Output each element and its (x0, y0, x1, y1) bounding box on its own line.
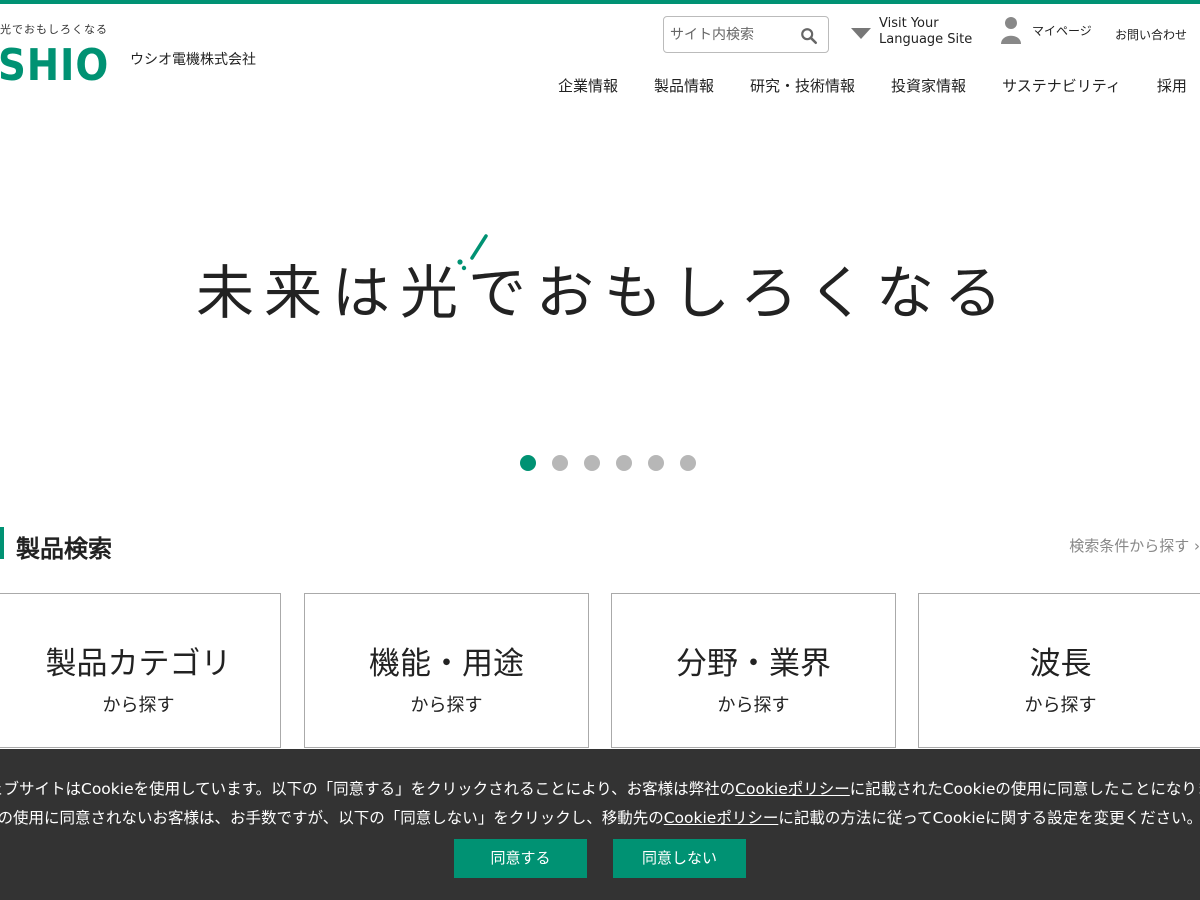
carousel-dots (520, 455, 712, 471)
search-icon[interactable] (800, 27, 818, 45)
cookie-text: に記載されたCookieの使用に同意したことになりま (849, 780, 1200, 798)
search-input[interactable] (670, 24, 794, 46)
site-search (663, 16, 829, 53)
nav-company[interactable]: 企業情報 (558, 75, 618, 96)
card-subtitle: から探す (410, 695, 483, 716)
language-site-label: Visit Your Language Site (879, 16, 973, 47)
card-subtitle: から探す (1024, 695, 1097, 716)
nav-recruit[interactable]: 採用 (1157, 75, 1187, 96)
card-product-category[interactable]: 製品カテゴリ から探す (0, 593, 281, 748)
top-accent-bar (0, 0, 1200, 4)
cookie-agree-button[interactable]: 同意する (454, 839, 587, 878)
card-title: 波長 (1029, 646, 1092, 682)
triangle-down-icon (851, 27, 871, 39)
cookie-policy-link[interactable]: Cookieポリシー (735, 780, 850, 798)
cookie-policy-link[interactable]: Cookieポリシー (664, 809, 779, 827)
logo-tagline: 光でおもしろくなる (0, 23, 108, 36)
product-search-title: 製品検索 (16, 535, 112, 563)
card-title: 分野・業界 (676, 646, 831, 682)
search-by-conditions-link[interactable]: 検索条件から探す › (1069, 535, 1200, 556)
card-function-use[interactable]: 機能・用途 から探す (304, 593, 589, 748)
carousel-dot-3[interactable] (584, 455, 600, 471)
nav-sustainability[interactable]: サステナビリティ (1002, 75, 1121, 96)
cookie-text: eの使用に同意されないお客様は、お手数ですが、以下の「同意しない」をクリックし、… (0, 809, 664, 827)
cookie-text-line-2: eの使用に同意されないお客様は、お手数ですが、以下の「同意しない」をクリックし、… (0, 806, 1200, 828)
cookie-text: に記載の方法に従ってCookieに関する設定を変更ください。 (778, 809, 1200, 827)
section-accent-bar (0, 527, 4, 559)
carousel-dot-4[interactable] (616, 455, 632, 471)
card-title: 機能・用途 (369, 646, 524, 682)
company-name: ウシオ電機株式会社 (130, 52, 256, 68)
card-subtitle: から探す (102, 695, 175, 716)
mypage-label: マイページ (1032, 23, 1092, 38)
main-nav: 企業情報 製品情報 研究・技術情報 投資家情報 サステナビリティ 採用 (558, 75, 1200, 96)
mypage-link[interactable]: マイページ (1000, 16, 1092, 44)
carousel-dot-2[interactable] (552, 455, 568, 471)
hero-title: 未来は光でおもしろくなる (196, 259, 1013, 327)
carousel-dot-5[interactable] (648, 455, 664, 471)
spark-icon (457, 234, 488, 271)
nav-products[interactable]: 製品情報 (654, 75, 714, 96)
card-field-industry[interactable]: 分野・業界 から探す (611, 593, 896, 748)
cookie-disagree-button[interactable]: 同意しない (613, 839, 746, 878)
nav-investors[interactable]: 投資家情報 (891, 75, 966, 96)
language-site-link[interactable]: Visit Your Language Site (851, 16, 972, 48)
card-title: 製品カテゴリ (45, 646, 232, 682)
person-icon (1001, 17, 1021, 44)
carousel-dot-1[interactable] (520, 455, 536, 471)
nav-research[interactable]: 研究・技術情報 (750, 75, 855, 96)
cookie-text: ェブサイトはCookieを使用しています。以下の「同意する」をクリックされること… (0, 780, 736, 798)
cookie-text-line-1: ェブサイトはCookieを使用しています。以下の「同意する」をクリックされること… (0, 777, 1200, 799)
card-subtitle: から探す (717, 695, 790, 716)
cookie-banner: ェブサイトはCookieを使用しています。以下の「同意する」をクリックされること… (0, 749, 1200, 900)
carousel-dot-6[interactable] (680, 455, 696, 471)
contact-link[interactable]: お問い合わせ (1115, 26, 1187, 43)
card-wavelength[interactable]: 波長 から探す (918, 593, 1200, 748)
logo-wordmark: SHIO (0, 40, 110, 91)
